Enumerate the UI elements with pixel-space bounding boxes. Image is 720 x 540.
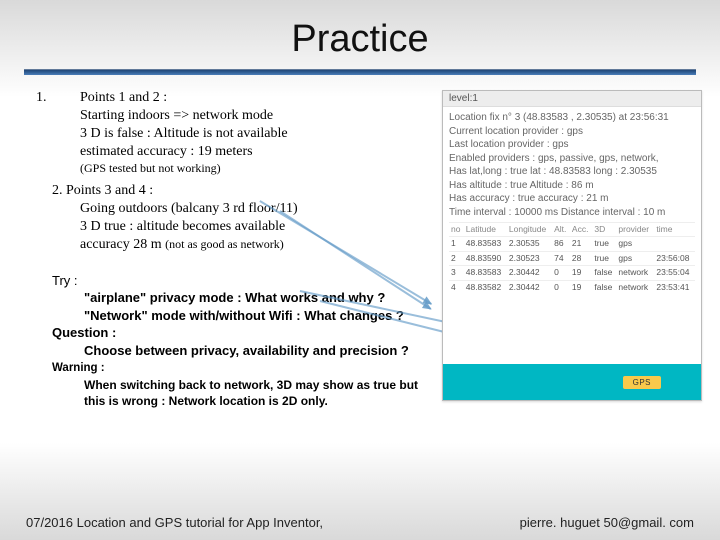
phone-body: Location fix n° 3 (48.83583 , 2.30535) a…	[443, 107, 701, 296]
phone-line: Time interval : 10000 ms Distance interv…	[449, 206, 695, 220]
table-cell: 19	[570, 266, 592, 280]
table-cell: gps	[616, 251, 654, 265]
gps-chip: GPS	[623, 376, 661, 389]
warning-line1: When switching back to network, 3D may s…	[52, 377, 432, 393]
table-cell: 23:56:08	[654, 251, 695, 265]
warning-head: Warning :	[52, 361, 432, 377]
table-cell: 2.30442	[507, 280, 552, 294]
table-cell: 0	[552, 266, 570, 280]
table-cell: 2	[449, 251, 464, 265]
table-cell	[654, 237, 695, 251]
point2-heading: 2. Points 3 and 4 :	[52, 182, 432, 200]
point1-heading: Points 1 and 2 :	[52, 89, 432, 107]
table-cell: 48.83590	[464, 251, 507, 265]
phone-line: Enabled providers : gps, passive, gps, n…	[449, 152, 695, 166]
table-cell: 28	[570, 251, 592, 265]
warning-line2: this is wrong : Network location is 2D o…	[52, 393, 432, 409]
point2-block: 2. Points 3 and 4 : Going outdoors (balc…	[52, 182, 432, 254]
phone-line: Has altitude : true Altitude : 86 m	[449, 179, 695, 193]
table-header: Acc.	[570, 223, 592, 237]
point2-l3b: (not as good as network)	[165, 237, 284, 251]
phone-line: Has accuracy : true accuracy : 21 m	[449, 192, 695, 206]
table-cell: 21	[570, 237, 592, 251]
phone-screenshot: level:1 Location fix n° 3 (48.83583 , 2.…	[442, 90, 702, 401]
phone-line: Last location provider : gps	[449, 138, 695, 152]
table-cell: 4	[449, 280, 464, 294]
point1-note: (GPS tested but not working)	[52, 161, 432, 176]
point1-number: 1.	[36, 89, 47, 107]
table-header: Latitude	[464, 223, 507, 237]
try-line1: "airplane" privacy mode : What works and…	[52, 289, 432, 307]
table-cell: 3	[449, 266, 464, 280]
try-head: Try :	[52, 272, 432, 290]
point2-line2: 3 D true : altitude becomes available	[52, 218, 432, 236]
point1-line1: Starting indoors => network mode	[52, 107, 432, 125]
table-cell: 2.30523	[507, 251, 552, 265]
table-header: 3D	[592, 223, 616, 237]
phone-bottom-strip: GPS	[443, 364, 701, 400]
table-cell: 23:53:41	[654, 280, 695, 294]
table-cell: 19	[570, 280, 592, 294]
slide-footer: 07/2016 Location and GPS tutorial for Ap…	[0, 515, 720, 530]
footer-right: pierre. huguet 50@gmail. com	[520, 515, 694, 530]
point2-l3a: accuracy 28 m	[80, 237, 165, 252]
point1-line3: estimated accuracy : 19 meters	[52, 143, 432, 161]
table-header: no	[449, 223, 464, 237]
table-row: 148.835832.305358621truegps	[449, 237, 695, 251]
point2-line1: Going outdoors (balcany 3 rd floor/11)	[52, 200, 432, 218]
table-row: 448.835822.30442019falsenetwork23:53:41	[449, 280, 695, 294]
table-cell: network	[616, 266, 654, 280]
table-cell: false	[592, 280, 616, 294]
left-column: 1. Points 1 and 2 : Starting indoors => …	[52, 89, 432, 409]
phone-line: Location fix n° 3 (48.83583 , 2.30535) a…	[449, 111, 695, 125]
slide-title: Practice	[0, 0, 720, 69]
table-cell: gps	[616, 237, 654, 251]
footer-left: 07/2016 Location and GPS tutorial for Ap…	[26, 515, 323, 530]
table-cell: 48.83582	[464, 280, 507, 294]
question-line: Choose between privacy, availability and…	[52, 342, 432, 360]
table-cell: 48.83583	[464, 237, 507, 251]
table-cell: 86	[552, 237, 570, 251]
table-cell: 23:55:04	[654, 266, 695, 280]
table-header: Alt.	[552, 223, 570, 237]
phone-line: Has lat,long : true lat : 48.83583 long …	[449, 165, 695, 179]
point1-line2: 3 D is false : Altitude is not available	[52, 125, 432, 143]
table-cell: network	[616, 280, 654, 294]
table-header: Longitude	[507, 223, 552, 237]
table-row: 348.835832.30442019falsenetwork23:55:04	[449, 266, 695, 280]
phone-line: Current location provider : gps	[449, 125, 695, 139]
table-cell: 48.83583	[464, 266, 507, 280]
table-cell: 2.30442	[507, 266, 552, 280]
phone-data-table: noLatitudeLongitudeAlt.Acc.3Dprovidertim…	[449, 222, 695, 294]
question-head: Question :	[52, 324, 432, 342]
try-block: Try : "airplane" privacy mode : What wor…	[52, 272, 432, 410]
table-cell: 2.30535	[507, 237, 552, 251]
table-row: 248.835902.305237428truegps23:56:08	[449, 251, 695, 265]
table-cell: true	[592, 251, 616, 265]
table-cell: false	[592, 266, 616, 280]
table-header: provider	[616, 223, 654, 237]
phone-header: level:1	[443, 91, 701, 107]
table-cell: 74	[552, 251, 570, 265]
table-cell: 1	[449, 237, 464, 251]
table-header: time	[654, 223, 695, 237]
point1-block: 1. Points 1 and 2 : Starting indoors => …	[52, 89, 432, 176]
point2-line3: accuracy 28 m (not as good as network)	[52, 236, 432, 254]
table-cell: 0	[552, 280, 570, 294]
table-cell: true	[592, 237, 616, 251]
